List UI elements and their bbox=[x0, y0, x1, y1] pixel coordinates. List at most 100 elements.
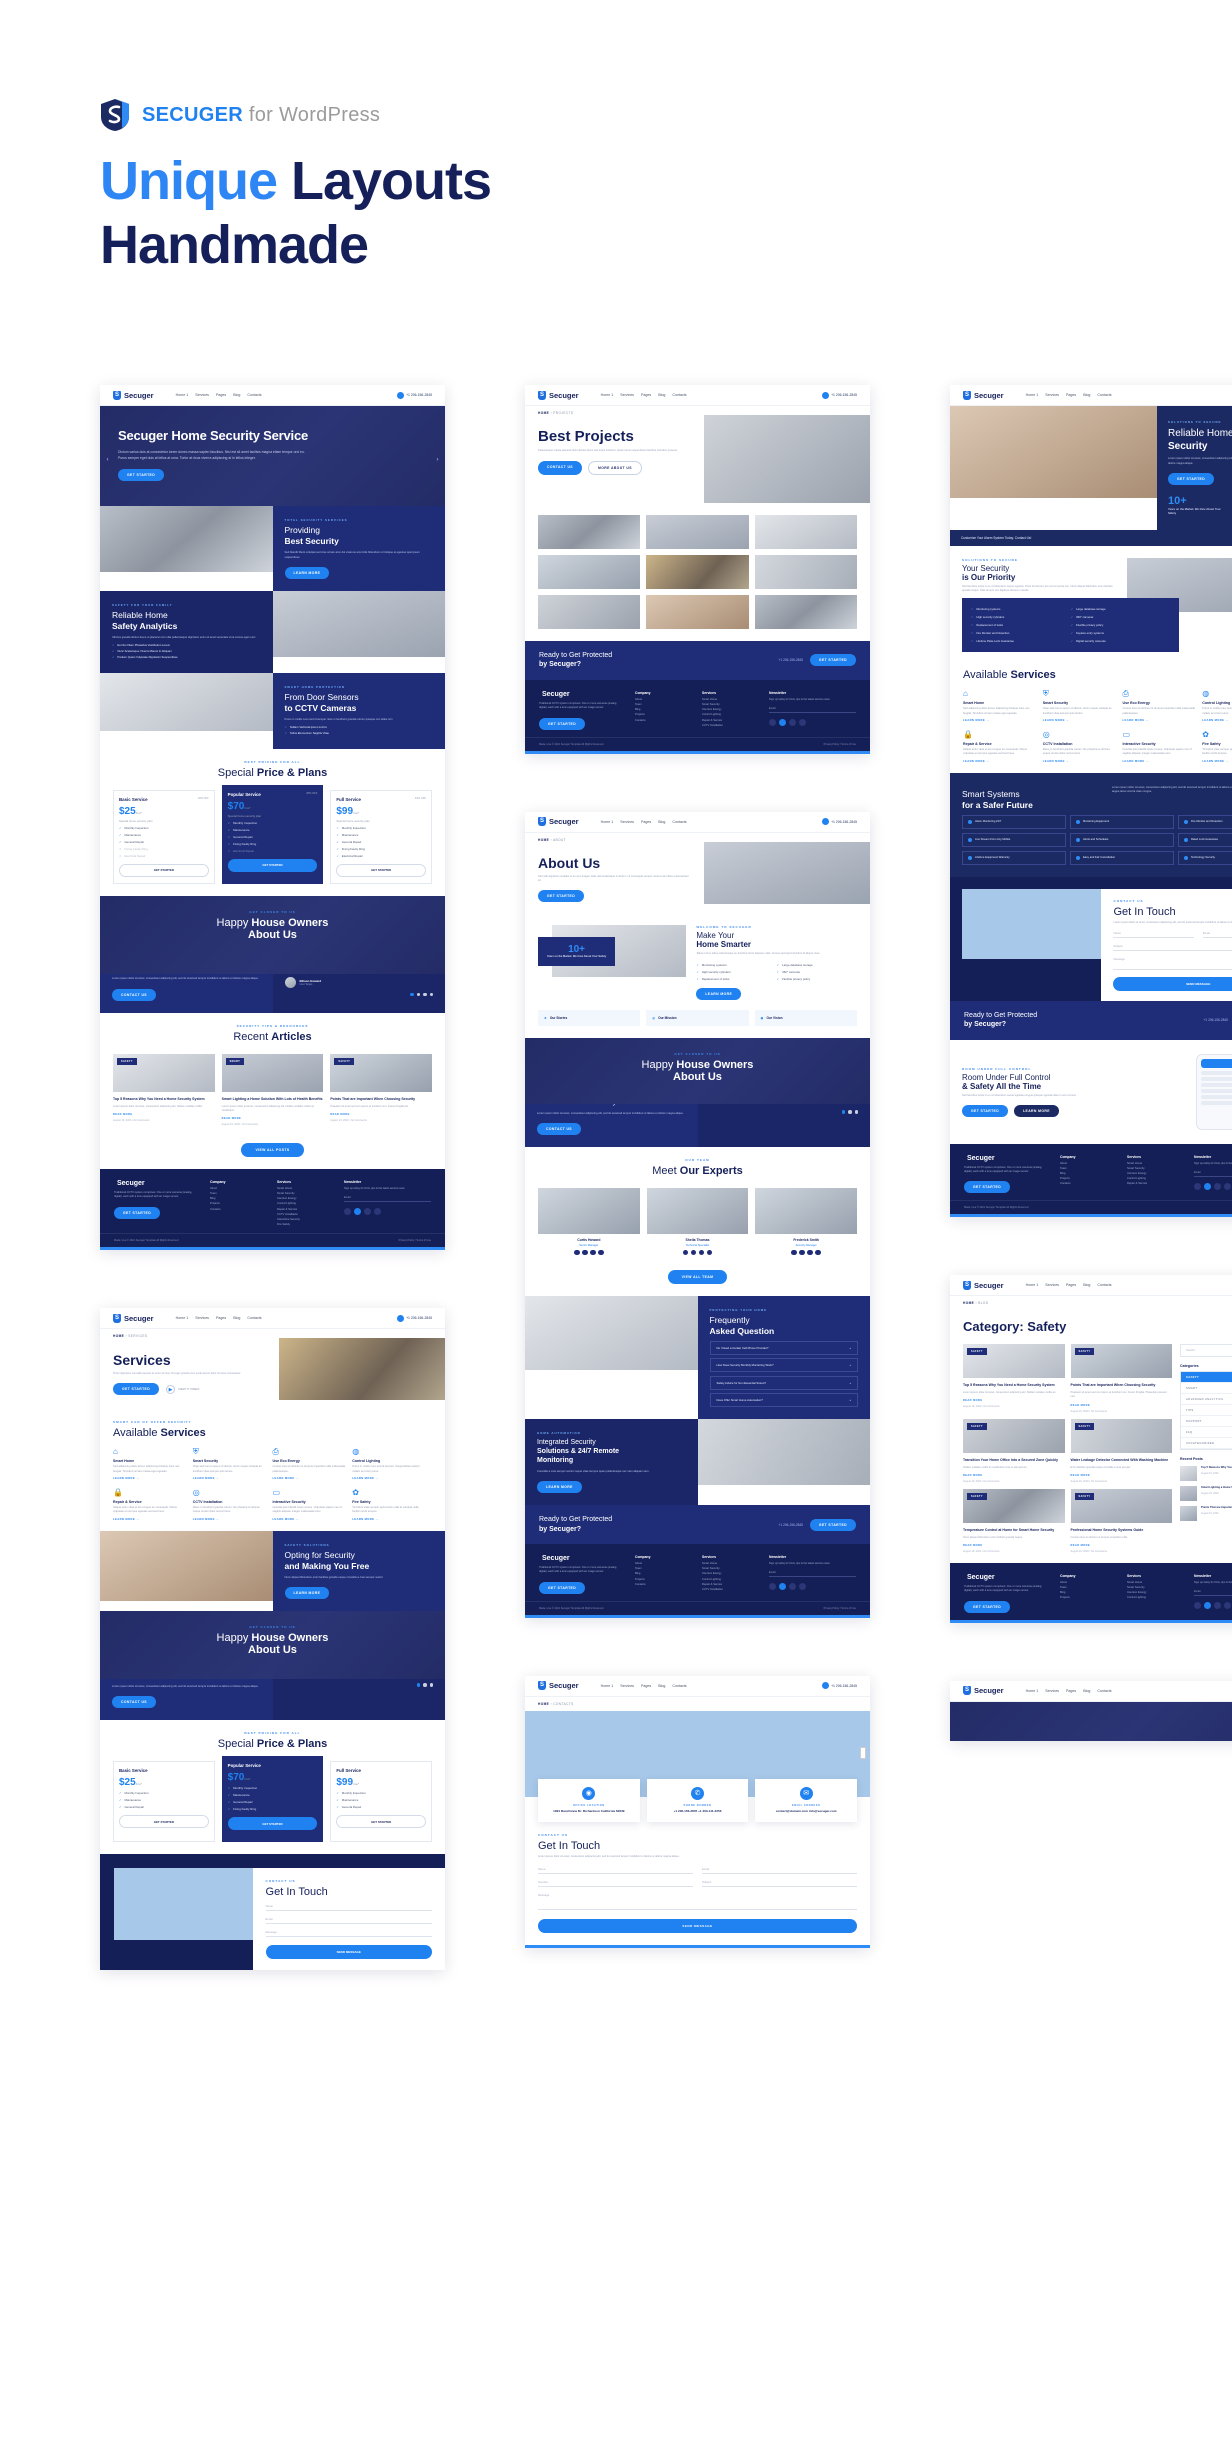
footer-link[interactable]: Use Eco Energy bbox=[277, 1197, 335, 1200]
service-item[interactable]: ◎ CCTV Installation Risus in hendrerit gra… bbox=[193, 1488, 273, 1521]
footer-link[interactable]: Control Lighting bbox=[1127, 1177, 1185, 1180]
navbar-logo[interactable]: Secuger bbox=[963, 1686, 1004, 1695]
contact-subject-input[interactable]: Subject bbox=[1113, 938, 1232, 951]
navbar-logo[interactable]: Secuger bbox=[538, 817, 579, 827]
service-item[interactable]: 🔒 Repair & Service Aliquet enim vitae et l… bbox=[963, 730, 1043, 763]
footer-link[interactable]: About bbox=[635, 1562, 693, 1565]
footer-link[interactable]: Projects bbox=[635, 713, 693, 716]
footer-logo[interactable]: Secuger bbox=[539, 1555, 626, 1562]
projects-contact-button[interactable]: CONTACT US bbox=[538, 461, 582, 476]
project-thumb[interactable] bbox=[754, 555, 857, 589]
footer-link[interactable]: Use Eco Energy bbox=[1127, 1591, 1185, 1594]
navbar-logo[interactable]: Secuger bbox=[538, 1681, 579, 1691]
footer-legal[interactable]: Privacy Policy / Terms of Use bbox=[399, 1239, 431, 1242]
newsletter-email-input[interactable]: Email bbox=[1194, 1590, 1232, 1597]
footer-link[interactable]: Team bbox=[210, 1192, 268, 1195]
nav-item-home[interactable]: Home 1 bbox=[1026, 1689, 1039, 1693]
footer-link[interactable]: Smart Security bbox=[702, 703, 760, 706]
footer-link[interactable]: Contacts bbox=[635, 1583, 693, 1586]
mockup-about-page[interactable]: Secuger Home 1 Services Pages Blog Conta… bbox=[525, 811, 870, 1618]
nav-item-home[interactable]: Home 1 bbox=[601, 393, 614, 397]
service-learn-more[interactable]: LEARN MORE → bbox=[1043, 760, 1117, 763]
room-control-primary-button[interactable]: GET STARTED bbox=[962, 1104, 1009, 1117]
footer-link[interactable]: Smart Security bbox=[1127, 1167, 1185, 1170]
nav-item-services[interactable]: Services bbox=[1045, 1689, 1059, 1693]
instagram-icon[interactable] bbox=[807, 1249, 813, 1256]
service-learn-more[interactable]: LEARN MORE → bbox=[1202, 719, 1232, 722]
pricing-card-full[interactable]: 40% OFF Full Service $99/mo* Special hom… bbox=[330, 789, 433, 884]
footer-link[interactable]: Team bbox=[1060, 1586, 1118, 1589]
pricing-button[interactable]: GET STARTED bbox=[336, 1815, 427, 1829]
footer-link[interactable]: Smart Home bbox=[1127, 1162, 1185, 1165]
team-member[interactable]: Frederick Smith Security Manager bbox=[755, 1188, 858, 1256]
service-learn-more[interactable]: LEARN MORE → bbox=[113, 1518, 187, 1521]
footer-logo[interactable]: Secuger bbox=[114, 1180, 201, 1187]
nav-item-home[interactable]: Home 1 bbox=[1026, 1283, 1039, 1287]
service-item[interactable]: ◎ CCTV Installation Risus in hendrerit gra… bbox=[1043, 730, 1123, 763]
linkedin-icon[interactable] bbox=[706, 1249, 713, 1256]
footer-link[interactable]: Control Lighting bbox=[1127, 1596, 1185, 1599]
nav-item-services[interactable]: Services bbox=[1045, 1283, 1059, 1287]
nav-item-home[interactable]: Home 1 bbox=[176, 1316, 189, 1320]
contact-message-input[interactable]: Message bbox=[538, 1887, 857, 1910]
project-thumb[interactable] bbox=[754, 515, 857, 549]
footer-link[interactable]: Projects bbox=[1060, 1177, 1118, 1180]
mockup-services-page[interactable]: Secuger Home 1 Services Pages Blog Conta… bbox=[100, 1308, 445, 1971]
navbar-logo[interactable]: Secuger bbox=[963, 390, 1004, 400]
service-item[interactable]: 🔒 Repair & Service Aliquet enim vitae et l… bbox=[113, 1488, 193, 1521]
cta-button[interactable]: GET STARTED bbox=[809, 1518, 856, 1531]
project-thumb[interactable] bbox=[538, 555, 641, 589]
nav-item-blog[interactable]: Blog bbox=[658, 1684, 665, 1688]
pricing-card-full[interactable]: Full Service $99/mo* ✓ Monthly Inspection… bbox=[330, 1761, 433, 1843]
newsletter-email-input[interactable]: Email bbox=[769, 1571, 856, 1578]
footer-link[interactable]: About bbox=[635, 698, 693, 701]
nav-item-services[interactable]: Services bbox=[620, 393, 634, 397]
facebook-icon[interactable] bbox=[769, 1583, 776, 1591]
instagram-icon[interactable] bbox=[590, 1249, 596, 1256]
linkedin-icon[interactable] bbox=[799, 1583, 806, 1591]
mockup-home-page[interactable]: Secuger Home 1 Services Pages Blog Conta… bbox=[100, 385, 445, 1251]
contact-message-input[interactable]: Message bbox=[1113, 951, 1232, 970]
project-thumb[interactable] bbox=[646, 515, 749, 549]
testimonial-contact-button[interactable]: CONTACT US bbox=[112, 1696, 156, 1709]
service-learn-more[interactable]: LEARN MORE → bbox=[193, 1518, 267, 1521]
recent-post[interactable]: Smart Lighting a Home Solution With Lots… bbox=[1180, 1486, 1232, 1502]
twitter-icon[interactable] bbox=[1204, 1183, 1211, 1191]
nav-item-pages[interactable]: Pages bbox=[641, 1684, 651, 1688]
pricing-button[interactable]: GET STARTED bbox=[336, 863, 427, 877]
linkedin-icon[interactable] bbox=[799, 719, 806, 727]
room-control-secondary-button[interactable]: LEARN MORE bbox=[1014, 1104, 1059, 1117]
service-item[interactable]: ▭ Interactive Security Gravida quis blandi… bbox=[1123, 730, 1203, 763]
navbar-phone[interactable]: +1 206-156-2845 bbox=[397, 391, 432, 399]
service-learn-more[interactable]: LEARN MORE → bbox=[963, 760, 1037, 763]
linkedin-icon[interactable] bbox=[815, 1249, 821, 1256]
newsletter-email-input[interactable]: Email bbox=[344, 1196, 431, 1203]
twitter-icon[interactable] bbox=[779, 1583, 786, 1591]
recent-post[interactable]: Top 5 Reasons Why You Need a Home Securi… bbox=[1180, 1466, 1232, 1482]
facebook-icon[interactable] bbox=[1194, 1183, 1201, 1191]
faq-item[interactable]: How Does Security Monthly Monitoring Wor… bbox=[709, 1358, 858, 1373]
facebook-icon[interactable] bbox=[1194, 1602, 1201, 1610]
service-learn-more[interactable]: LEARN MORE → bbox=[352, 1518, 426, 1521]
footer-link[interactable]: Control Lighting bbox=[277, 1202, 335, 1205]
service-item[interactable]: ◍ Control Lighting Purus in mollis nunc se… bbox=[1202, 689, 1232, 722]
twitter-icon[interactable] bbox=[1204, 1602, 1211, 1610]
footer-link[interactable]: Blog bbox=[635, 708, 693, 711]
footer-logo[interactable]: Secuger bbox=[964, 1574, 1051, 1581]
breadcrumb-home[interactable]: HOME bbox=[538, 1702, 549, 1706]
footer-link[interactable]: CCTV Installation bbox=[702, 1588, 760, 1591]
post-card[interactable]: SAFETY Temperature Control at Home for S… bbox=[963, 1488, 1065, 1553]
footer-link[interactable]: Repair & Service bbox=[1127, 1182, 1185, 1185]
carousel-prev-icon[interactable]: ‹ bbox=[103, 456, 112, 465]
project-thumb[interactable] bbox=[538, 595, 641, 629]
footer-link[interactable]: Team bbox=[635, 1567, 693, 1570]
post-read-more[interactable]: READ MORE bbox=[1071, 1474, 1173, 1477]
hero-cta-button[interactable]: GET STARTED bbox=[118, 468, 165, 481]
mockup-partial-teaser[interactable]: Secuger Home 1 Services Pages Blog Conta… bbox=[950, 1680, 1232, 1741]
testimonial-contact-button[interactable]: CONTACT US bbox=[537, 1123, 581, 1136]
recent-post[interactable]: Points That are Important When Choosing … bbox=[1180, 1506, 1232, 1522]
sidebar-category-item[interactable]: UNCATEGORIZED bbox=[1181, 1438, 1232, 1450]
footer-link[interactable]: Fire Safety bbox=[277, 1223, 335, 1226]
footer-link[interactable]: Smart Home bbox=[702, 698, 760, 701]
twitter-icon[interactable] bbox=[799, 1249, 805, 1256]
